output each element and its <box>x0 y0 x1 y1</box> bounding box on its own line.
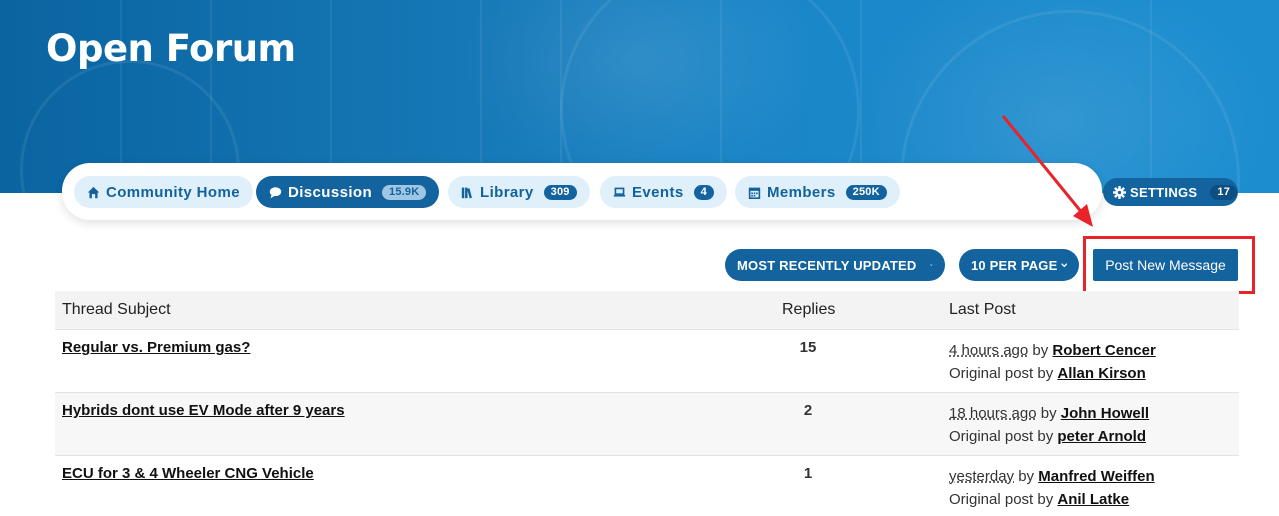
last-post-author-link[interactable]: Manfred Weiffen <box>1038 468 1154 485</box>
table-row: ECU for 3 & 4 Wheeler CNG Vehicle 1 yest… <box>55 456 1239 516</box>
annotation-arrow <box>1001 115 1093 227</box>
discussion-count-badge: 15.9K <box>382 184 427 200</box>
nav-label: Members <box>767 183 836 201</box>
by-label: by <box>1018 468 1035 485</box>
reply-count: 1 <box>803 465 813 482</box>
settings-button[interactable]: SETTINGS 17 <box>1103 178 1238 206</box>
thread-subject-link[interactable]: Hybrids dont use EV Mode after 9 years <box>62 402 345 419</box>
sort-label: MOST RECENTLY UPDATED <box>737 257 917 273</box>
last-post-author-link[interactable]: Robert Cencer <box>1052 342 1155 359</box>
nav-label: Events <box>632 183 684 201</box>
reply-count: 2 <box>803 402 813 419</box>
thread-subject-link[interactable]: Regular vs. Premium gas? <box>62 339 250 356</box>
original-author-link[interactable]: Anil Latke <box>1057 491 1129 508</box>
chevron-down-icon <box>1060 263 1067 268</box>
settings-count-badge: 17 <box>1210 184 1238 200</box>
original-post-label: Original post by <box>949 365 1054 382</box>
original-post-label: Original post by <box>949 491 1054 508</box>
by-label: by <box>1032 342 1049 359</box>
per-page-label: 10 PER PAGE <box>971 257 1058 273</box>
settings-label: SETTINGS <box>1130 184 1198 200</box>
original-author-link[interactable]: peter Arnold <box>1057 428 1146 445</box>
nav-label: Community Home <box>106 183 240 201</box>
last-post-info: 18 hours ago by John Howell Original pos… <box>949 402 1149 448</box>
last-post-time[interactable]: 18 hours ago <box>949 405 1037 422</box>
original-author-link[interactable]: Allan Kirson <box>1057 365 1145 382</box>
community-nav: Community Home Discussion 15.9K Library … <box>62 163 1102 220</box>
reply-count: 15 <box>799 339 817 356</box>
page-title: Open Forum <box>46 27 296 70</box>
nav-library[interactable]: Library 309 <box>448 176 590 208</box>
gear-icon <box>1113 185 1126 199</box>
nav-members[interactable]: Members 250K <box>735 176 900 208</box>
column-header-subject[interactable]: Thread Subject <box>62 301 171 319</box>
nav-events[interactable]: Events 4 <box>600 176 727 208</box>
last-post-info: 4 hours ago by Robert Cencer Original po… <box>949 339 1156 385</box>
table-row: Regular vs. Premium gas? 15 4 hours ago … <box>55 330 1239 393</box>
last-post-time[interactable]: 4 hours ago <box>949 342 1028 359</box>
library-count-badge: 309 <box>543 184 577 200</box>
nav-community-home[interactable]: Community Home <box>74 176 253 208</box>
thread-table: Thread Subject Replies Last Post Regular… <box>55 291 1239 516</box>
table-header: Thread Subject Replies Last Post <box>55 291 1239 330</box>
per-page-dropdown[interactable]: 10 PER PAGE <box>959 249 1079 281</box>
home-icon <box>87 186 100 198</box>
chevron-down-icon <box>930 264 933 266</box>
by-label: by <box>1040 405 1057 422</box>
table-row: Hybrids dont use EV Mode after 9 years 2… <box>55 393 1239 456</box>
last-post-info: yesterday by Manfred Weiffen Original po… <box>949 465 1155 511</box>
events-count-badge: 4 <box>693 184 714 200</box>
calendar-icon <box>748 187 761 199</box>
column-header-last-post[interactable]: Last Post <box>949 301 1016 319</box>
last-post-time[interactable]: yesterday <box>949 468 1014 485</box>
chat-bubble-icon <box>269 186 282 198</box>
thread-subject-link[interactable]: ECU for 3 & 4 Wheeler CNG Vehicle <box>62 465 314 482</box>
post-new-message-button[interactable]: Post New Message <box>1093 249 1238 281</box>
members-count-badge: 250K <box>845 184 887 200</box>
last-post-author-link[interactable]: John Howell <box>1061 405 1149 422</box>
column-header-replies[interactable]: Replies <box>782 301 835 319</box>
nav-label: Library <box>480 183 534 201</box>
books-icon <box>461 187 472 198</box>
nav-label: Discussion <box>288 183 373 201</box>
original-post-label: Original post by <box>949 428 1054 445</box>
sort-dropdown[interactable]: MOST RECENTLY UPDATED <box>725 249 945 281</box>
laptop-icon <box>613 187 626 197</box>
nav-discussion[interactable]: Discussion 15.9K <box>256 176 440 208</box>
